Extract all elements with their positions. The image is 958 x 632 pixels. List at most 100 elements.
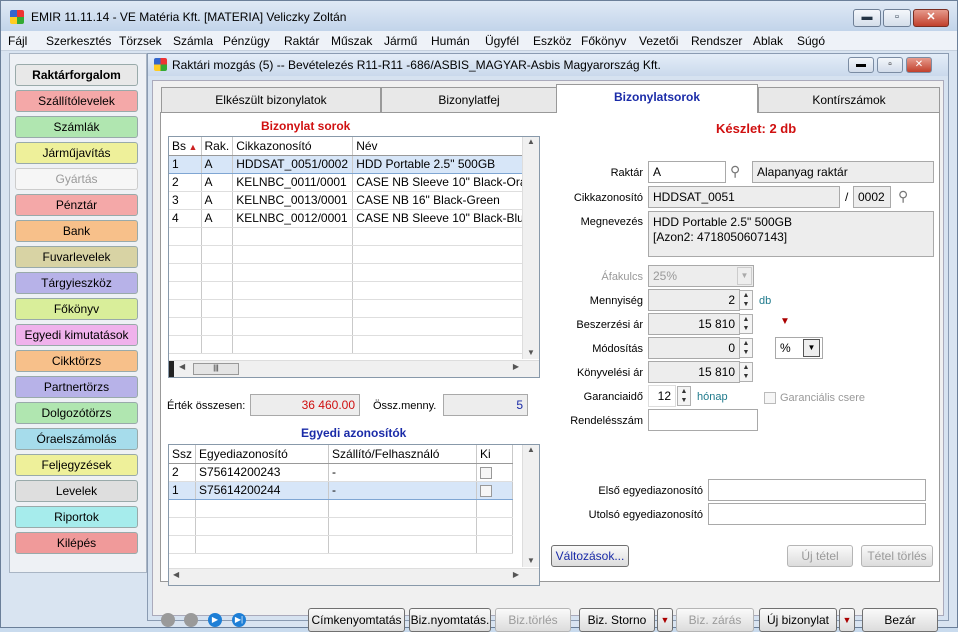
- col-egyedi[interactable]: Egyediazonosító: [195, 445, 330, 464]
- mennyiseg-spinner[interactable]: ▲ ▼: [739, 290, 753, 310]
- menu-8[interactable]: Humán: [431, 34, 470, 48]
- sidebar-item-16[interactable]: Levelek: [15, 480, 138, 502]
- tab-bizonylatfej[interactable]: Bizonylatfej: [381, 87, 557, 112]
- menu-14[interactable]: Ablak: [753, 34, 783, 48]
- garancia-spinner[interactable]: ▲ ▼: [677, 386, 691, 406]
- utolso-egyedi-field[interactable]: [708, 503, 926, 525]
- table-row[interactable]: [169, 535, 514, 554]
- nav-prev-icon[interactable]: [184, 613, 198, 627]
- menu-7[interactable]: Jármű: [384, 34, 417, 48]
- tetel-torles-button[interactable]: Tétel törlés: [861, 545, 933, 567]
- menu-15[interactable]: Súgó: [797, 34, 825, 48]
- konyvelesi-field[interactable]: 15 810: [648, 361, 740, 383]
- ki-checkbox[interactable]: [480, 484, 493, 497]
- biz-torles-button[interactable]: Biz.törlés: [495, 608, 571, 632]
- garancialis-csere-checkbox[interactable]: [764, 392, 776, 404]
- sidebar-item-0[interactable]: Raktárforgalom: [15, 64, 138, 86]
- mdi-close-button[interactable]: ✕: [906, 57, 932, 73]
- col-nev[interactable]: Név: [352, 137, 531, 156]
- scroll-down-icon[interactable]: ▼: [523, 348, 539, 357]
- sidebar-item-1[interactable]: Szállítólevelek: [15, 90, 138, 112]
- scroll-right-icon[interactable]: ▶: [513, 570, 519, 579]
- menu-13[interactable]: Rendszer: [691, 34, 742, 48]
- table-row[interactable]: 1 A HDDSAT_0051/0002 HDD Portable 2.5" 500G…: [169, 154, 531, 174]
- sidebar-item-9[interactable]: Főkönyv: [15, 298, 138, 320]
- col-ki[interactable]: Ki: [476, 445, 514, 464]
- raktar-code-field[interactable]: A: [648, 161, 726, 183]
- sidebar-item-15[interactable]: Feljegyzések: [15, 454, 138, 476]
- table-row[interactable]: [169, 281, 531, 300]
- cikk-code-field[interactable]: HDDSAT_0051: [648, 186, 840, 208]
- table-row[interactable]: 3 A KELNBC_0013/0001 CASE NB 16" Black-Gree…: [169, 191, 531, 210]
- storno-dropdown-icon[interactable]: ▼: [657, 608, 673, 632]
- col-ssz[interactable]: Ssz: [169, 445, 197, 464]
- cimkenyomtatas-button[interactable]: Címkenyomtatás: [308, 608, 405, 632]
- minimize-button[interactable]: ▬: [853, 9, 881, 27]
- mennyiseg-field[interactable]: 2: [648, 289, 740, 311]
- valtozasok-button[interactable]: Változások...: [551, 545, 629, 567]
- table-row[interactable]: [169, 317, 531, 336]
- col-bs[interactable]: Bs ▲: [169, 137, 202, 156]
- rows-vscroll[interactable]: ▲ ▼: [522, 137, 539, 359]
- cikk-sub-field[interactable]: 0002: [853, 186, 891, 208]
- sidebar-item-10[interactable]: Egyedi kimutatások: [15, 324, 138, 346]
- maximize-button[interactable]: ▫: [883, 9, 911, 27]
- nav-last-icon[interactable]: ▶|: [232, 613, 246, 627]
- sidebar-item-18[interactable]: Kilépés: [15, 532, 138, 554]
- biz-storno-button[interactable]: Biz. Storno: [579, 608, 655, 632]
- col-rak[interactable]: Rak.: [201, 137, 234, 156]
- menu-0[interactable]: Fájl: [8, 34, 27, 48]
- konyvelesi-spinner[interactable]: ▲ ▼: [739, 362, 753, 382]
- menu-10[interactable]: Eszköz: [533, 34, 572, 48]
- menu-11[interactable]: Főkönyv: [581, 34, 626, 48]
- sidebar-item-4[interactable]: Gyártás: [15, 168, 138, 190]
- sidebar-item-12[interactable]: Partnertörzs: [15, 376, 138, 398]
- ki-checkbox[interactable]: [480, 466, 493, 479]
- close-button[interactable]: ✕: [913, 9, 949, 27]
- sidebar-item-6[interactable]: Bank: [15, 220, 138, 242]
- raktar-search-icon[interactable]: ⚲: [730, 163, 740, 180]
- sidebar-item-17[interactable]: Riportok: [15, 506, 138, 528]
- afakulcs-dropdown-icon[interactable]: ▼: [737, 267, 752, 285]
- uj-dropdown-icon[interactable]: ▼: [839, 608, 855, 632]
- sidebar-item-11[interactable]: Cikktörzs: [15, 350, 138, 372]
- scroll-up-icon[interactable]: ▲: [523, 445, 539, 454]
- col-cikk[interactable]: Cikkazonosító: [232, 137, 354, 156]
- uj-tetel-button[interactable]: Új tétel: [787, 545, 853, 567]
- ids-vscroll[interactable]: ▲ ▼: [522, 445, 539, 567]
- price-dropdown-icon[interactable]: ▼: [780, 316, 790, 327]
- table-row[interactable]: [169, 227, 531, 246]
- menu-9[interactable]: Ügyfél: [485, 34, 519, 48]
- table-row[interactable]: 1 S75614200244-: [169, 480, 514, 500]
- table-row[interactable]: [169, 499, 514, 518]
- beszerzesi-field[interactable]: 15 810: [648, 313, 740, 335]
- sidebar-item-7[interactable]: Fuvarlevelek: [15, 246, 138, 268]
- scroll-left-icon[interactable]: ◀: [179, 362, 185, 371]
- sidebar-item-3[interactable]: Járműjavítás: [15, 142, 138, 164]
- tab-kontirszamok[interactable]: Kontírszámok: [758, 87, 940, 112]
- table-row[interactable]: [169, 517, 514, 536]
- table-row[interactable]: 4 A KELNBC_0012/0001 CASE NB Sleeve 10" Bla…: [169, 209, 531, 228]
- rows-hscroll[interactable]: ◀ ||| ▶: [169, 360, 539, 377]
- mdi-minimize-button[interactable]: ▬: [848, 57, 874, 73]
- elso-egyedi-field[interactable]: [708, 479, 926, 501]
- menu-1[interactable]: Szerkesztés: [46, 34, 111, 48]
- sidebar-item-13[interactable]: Dolgozótörzs: [15, 402, 138, 424]
- tab-elkeszult[interactable]: Elkészült bizonylatok: [161, 87, 381, 112]
- tab-bizonylatsorok[interactable]: Bizonylatsorok: [556, 84, 758, 113]
- bezar-button[interactable]: Bezár: [862, 608, 938, 632]
- nav-next-icon[interactable]: ▶: [208, 613, 222, 627]
- menu-3[interactable]: Számla: [173, 34, 213, 48]
- table-row[interactable]: 2 S75614200243-: [169, 463, 514, 482]
- garancia-field[interactable]: 12: [648, 385, 676, 407]
- unit-dropdown-icon[interactable]: ▼: [803, 339, 820, 357]
- modositas-spinner[interactable]: ▲ ▼: [739, 338, 753, 358]
- mdi-restore-button[interactable]: ▫: [877, 57, 903, 73]
- scroll-up-icon[interactable]: ▲: [523, 137, 539, 146]
- table-row[interactable]: 2 A KELNBC_0011/0001 CASE NB Sleeve 10" Bla…: [169, 173, 531, 192]
- table-row[interactable]: [169, 263, 531, 282]
- ids-hscroll[interactable]: ◀ ▶: [169, 568, 539, 585]
- menu-2[interactable]: Törzsek: [119, 34, 162, 48]
- scroll-down-icon[interactable]: ▼: [523, 556, 539, 565]
- sidebar-item-8[interactable]: Tárgyieszköz: [15, 272, 138, 294]
